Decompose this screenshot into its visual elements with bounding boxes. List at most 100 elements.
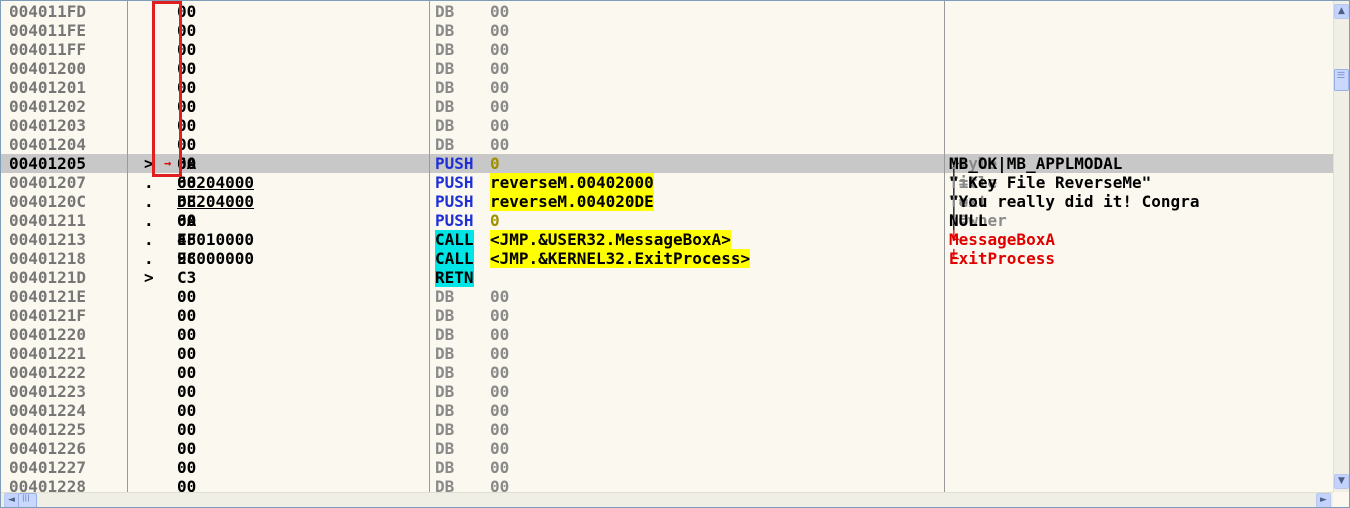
table-row[interactable]: 00401201 00 DB 00 <box>1 78 1333 97</box>
table-row[interactable]: 0040121F 00 DB 00 <box>1 306 1333 325</box>
table-row[interactable]: 00401213. E8 4F010000 CALL <JMP.&USER32.Mes… <box>1 230 1333 249</box>
table-row[interactable]: 00401200 00 DB 00 <box>1 59 1333 78</box>
mnemonic: PUSH <box>435 192 474 211</box>
mnemonic: DB <box>435 2 455 21</box>
horizontal-scrollbar[interactable]: ◄ ||| ► <box>1 492 1333 507</box>
table-row[interactable]: 00401211. 6A 00 PUSH 0 │ hOwner = NULL <box>1 211 1333 230</box>
jump-target-arrow-icon: → <box>164 156 172 170</box>
mnemonic: DB <box>435 401 455 420</box>
table-row[interactable]: 0040121E 00 DB 00 <box>1 287 1333 306</box>
jump-marker: > <box>144 154 154 173</box>
address: 004011FD <box>9 2 87 21</box>
column-separator-disassembly[interactable] <box>944 1 945 492</box>
scroll-down-button[interactable]: ▼ <box>1334 474 1349 489</box>
vertical-scrollbar[interactable]: ▲ ||| ▼ <box>1333 1 1349 492</box>
address: 00401223 <box>9 382 87 401</box>
mnemonic: CALL <box>435 249 474 268</box>
table-row[interactable]: 00401207. 68 00204000 PUSH reverseM.0040200… <box>1 173 1333 192</box>
address: 00401213 <box>9 230 87 249</box>
address: 0040120C <box>9 192 87 211</box>
table-row[interactable]: 004011FD 00 DB 00 <box>1 2 1333 21</box>
disassembly-listing[interactable]: 004011FD 00 DB 00 004011FE 00 DB 00 004011FF 00 DB… <box>1 1 1333 492</box>
comment-api-name: MessageBoxA <box>949 230 1055 249</box>
table-row[interactable]: 0040121D > C3 RETN <box>1 268 1333 287</box>
operand: <JMP.&USER32.MessageBoxA> <box>490 230 731 249</box>
operand: 00 <box>490 325 510 344</box>
table-row[interactable]: 0040120C. 68 DE204000 PUSH reverseM.004020D… <box>1 192 1333 211</box>
operand: reverseM.00402000 <box>490 173 654 192</box>
table-row[interactable]: 00401220 00 DB 00 <box>1 325 1333 344</box>
operand: 00 <box>490 97 510 116</box>
operand-bytes: DE204000 <box>177 192 255 211</box>
address: 00401200 <box>9 59 87 78</box>
comment-api-name: ExitProcess <box>949 249 1055 268</box>
address: 00401201 <box>9 78 87 97</box>
table-row[interactable]: 004011FF 00 DB 00 <box>1 40 1333 59</box>
hex-dump: 00 <box>177 325 197 344</box>
mnemonic: RETN <box>435 268 474 287</box>
table-row[interactable]: 00401226 00 DB 00 <box>1 439 1333 458</box>
mnemonic: DB <box>435 363 455 382</box>
operand: <JMP.&KERNEL32.ExitProcess> <box>490 249 751 268</box>
table-row[interactable]: 00401223 00 DB 00 <box>1 382 1333 401</box>
mnemonic: PUSH <box>435 173 474 192</box>
address: 00401203 <box>9 116 87 135</box>
arrow-left-icon: ◄ <box>8 495 15 505</box>
column-separator-hexdump[interactable] <box>429 1 430 492</box>
operand: 00 <box>490 287 510 306</box>
mnemonic: DB <box>435 21 455 40</box>
address: 00401221 <box>9 344 87 363</box>
address: 00401225 <box>9 420 87 439</box>
mnemonic: DB <box>435 78 455 97</box>
address: 00401224 <box>9 401 87 420</box>
address: 00401220 <box>9 325 87 344</box>
table-row[interactable]: 00401224 00 DB 00 <box>1 401 1333 420</box>
operand-bytes: 00 <box>177 211 197 230</box>
table-row[interactable]: 00401228 00 DB 00 <box>1 477 1333 492</box>
scroll-left-button[interactable]: ◄ <box>4 493 19 507</box>
table-row[interactable]: 00401218. E8 9C000000 CALL <JMP.&KERNEL32.E… <box>1 249 1333 268</box>
horizontal-scroll-thumb[interactable]: ||| <box>18 493 37 507</box>
operand: 0 <box>490 154 500 173</box>
hex-dump: 00 <box>177 382 197 401</box>
address: 00401204 <box>9 135 87 154</box>
comment-param-value: NULL <box>949 211 988 230</box>
disassembly-pane[interactable]: 004011FD 00 DB 00 004011FE 00 DB 00 004011FF 00 DB… <box>0 0 1350 508</box>
grip-icon: ||| <box>1337 71 1345 79</box>
mnemonic: PUSH <box>435 211 474 230</box>
operand: 00 <box>490 59 510 78</box>
arrow-down-icon: ▼ <box>1338 476 1345 486</box>
mnemonic: DB <box>435 135 455 154</box>
scroll-up-button[interactable]: ▲ <box>1334 4 1349 19</box>
vertical-scroll-thumb[interactable]: ||| <box>1334 69 1349 91</box>
table-row[interactable]: 00401221 00 DB 00 <box>1 344 1333 363</box>
table-row[interactable]: 004011FE 00 DB 00 <box>1 21 1333 40</box>
column-separator-address[interactable] <box>127 1 128 492</box>
table-row[interactable]: 00401204 00 DB 00 <box>1 135 1333 154</box>
table-row[interactable]: 00401203 00 DB 00 <box>1 116 1333 135</box>
hex-dump: 00 <box>177 135 197 154</box>
address: 00401202 <box>9 97 87 116</box>
scroll-right-button[interactable]: ► <box>1316 493 1331 507</box>
hex-dump: 00 <box>177 420 197 439</box>
mnemonic: DB <box>435 382 455 401</box>
jump-marker: . <box>144 173 154 192</box>
operand-bytes: 4F010000 <box>177 230 255 249</box>
operand: 00 <box>490 344 510 363</box>
table-row[interactable]: 00401205 >6A 00 PUSH 0 ┌ Style = MB_OK|MB_APP… <box>1 154 1333 173</box>
table-row[interactable]: 00401202 00 DB 00 <box>1 97 1333 116</box>
hex-dump: 00 <box>177 21 197 40</box>
table-row[interactable]: 00401227 00 DB 00 <box>1 458 1333 477</box>
mnemonic: DB <box>435 287 455 306</box>
operand: 00 <box>490 439 510 458</box>
hex-dump: 00 <box>177 40 197 59</box>
hex-dump: 00 <box>177 59 197 78</box>
address: 0040121E <box>9 287 87 306</box>
table-row[interactable]: 00401225 00 DB 00 <box>1 420 1333 439</box>
operand: 0 <box>490 211 500 230</box>
jump-marker: . <box>144 249 154 268</box>
hex-dump: 00 <box>177 97 197 116</box>
table-row[interactable]: 00401222 00 DB 00 <box>1 363 1333 382</box>
address: 00401227 <box>9 458 87 477</box>
jump-marker: . <box>144 192 154 211</box>
